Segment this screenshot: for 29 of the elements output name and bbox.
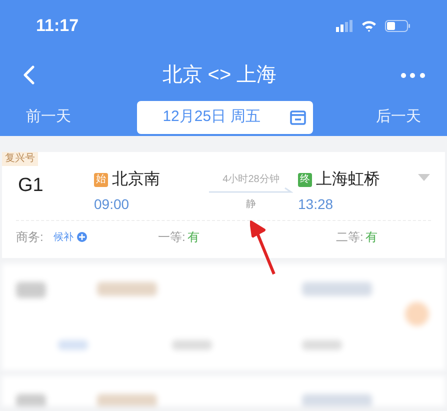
train-type-tag: 复兴号 xyxy=(2,152,38,166)
add-icon[interactable] xyxy=(77,232,88,242)
wifi-icon xyxy=(361,20,377,32)
train-number: G1 xyxy=(18,174,44,198)
annotation-arrow xyxy=(250,220,278,276)
quiet-carriage-tag: 静 xyxy=(246,197,256,212)
station-name: 北京南 xyxy=(112,170,160,190)
previous-day-button[interactable]: 前一天 xyxy=(26,106,71,128)
battery-icon xyxy=(385,20,411,32)
travel-duration: 4小时28分钟 xyxy=(222,172,280,187)
seat-availability: 有 xyxy=(365,229,378,246)
date-picker[interactable]: 12月25日 周五 xyxy=(136,100,312,134)
station-badge: 终 xyxy=(298,173,312,187)
station-badge: 始 xyxy=(94,173,108,187)
next-day-button[interactable]: 后一天 xyxy=(376,106,421,128)
page-title: 北京 <> 上海 xyxy=(162,63,277,88)
seat-class: 商务: xyxy=(16,229,44,246)
calendar-icon xyxy=(290,110,306,124)
seat-class: 一等: xyxy=(158,229,186,246)
train-card[interactable]: 复兴号 G1 始 北京南 09:00 4小时28分钟 静 终 上海虹桥 13:28 商务: 候补 一等: 有 二等: 有 xyxy=(2,152,445,258)
expand-caret-icon xyxy=(418,174,430,181)
waitlist-link[interactable]: 候补 xyxy=(53,230,74,244)
seat-class: 二等: xyxy=(336,229,364,246)
departure-time: 09:00 xyxy=(94,195,130,214)
signal-icon xyxy=(336,20,353,32)
station-name: 上海虹桥 xyxy=(316,170,380,190)
seat-availability: 有 xyxy=(187,229,200,246)
arrival-time: 13:28 xyxy=(298,195,334,214)
status-time: 11:17 xyxy=(36,15,79,38)
